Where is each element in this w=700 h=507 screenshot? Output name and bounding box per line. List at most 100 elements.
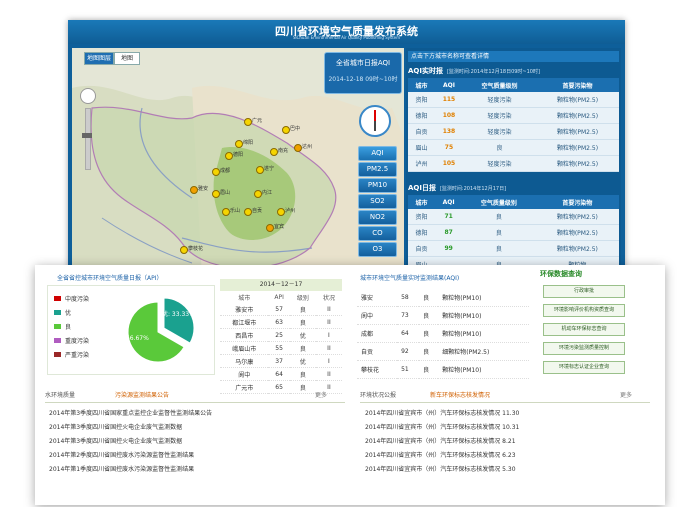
news-right-more-link[interactable]: 更多 <box>620 390 632 399</box>
table-cell: 良 <box>289 367 316 381</box>
city-marker[interactable] <box>244 208 252 216</box>
pan-control-icon[interactable] <box>80 88 96 104</box>
legend-label: 中度污染 <box>65 296 90 303</box>
news-item[interactable]: 2014年第3季度四川省国家重点监控企业监督性监测结果公告 <box>49 408 212 417</box>
pollutant-button[interactable]: AQI <box>358 146 397 161</box>
tab-env-bulletin[interactable]: 环境状况公报 <box>360 390 396 399</box>
city-marker[interactable] <box>254 190 262 198</box>
col-city: 城市 <box>408 78 435 92</box>
pollutant-button[interactable]: CO <box>358 226 397 241</box>
service-button[interactable]: 环境污染监测质量控制 <box>543 342 625 355</box>
news-item[interactable]: 2014年第1季度四川省国控废水污染源监督性监测结果 <box>49 464 194 473</box>
col-pollutant: 首要污染物 <box>535 195 619 209</box>
table-cell: 良 <box>289 315 316 329</box>
realtime-title: AQI实时报 [监测时间:2014年12月18日09时~10时] <box>408 65 540 77</box>
table-row[interactable]: 阆中 73 良颗粒物(PM10) <box>357 306 529 325</box>
table-row[interactable]: 自贡 99 良颗粒物(PM2.5) <box>408 240 619 257</box>
city-marker[interactable] <box>212 168 220 176</box>
table-row[interactable]: 泸州 105 轻度污染 颗粒物(PM2.5) <box>408 155 619 172</box>
news-left-more-link[interactable]: 更多 <box>315 390 327 399</box>
table-cell: II <box>315 341 342 355</box>
tab-water-quality[interactable]: 水环境质量 <box>45 390 75 399</box>
table-row[interactable]: 德阳 87 良颗粒物(PM2.5) <box>408 224 619 241</box>
table-cell: 良 <box>289 341 316 355</box>
table-cell: 92 <box>397 342 420 361</box>
table-cell: 德阳 <box>408 107 435 124</box>
city-label: 巴中 <box>290 126 301 132</box>
daily-heading: AQI日报 <box>408 184 436 192</box>
pie-label-good: 良: 66.67% <box>116 334 149 342</box>
table-row[interactable]: 德阳 108 轻度污染 颗粒物(PM2.5) <box>408 107 619 124</box>
city-marker[interactable] <box>212 190 220 198</box>
table-row[interactable]: 眉山 75 良颗粒物(PM2.5) <box>408 139 619 156</box>
table-cell: 57 <box>268 303 290 316</box>
table-row[interactable]: 资阳 71 良颗粒物(PM2.5) <box>408 209 619 225</box>
pollutant-button[interactable]: O3 <box>358 242 397 257</box>
pollutant-button[interactable]: PM2.5 <box>358 162 397 177</box>
news-item[interactable]: 2014年第3季度四川省国控火电企业废气监测数据 <box>49 422 182 431</box>
city-label: 广元 <box>252 118 263 124</box>
city-marker[interactable] <box>180 246 188 254</box>
sichuan-map[interactable]: 地图图层 地图 全省城市日报AQI 2014-12-18 09时~10时 AQI… <box>72 48 404 276</box>
news-item[interactable]: 2014年第3季度四川省国控火电企业废气监测数据 <box>49 436 182 445</box>
tab-pollution-announce[interactable]: 污染源监测结果公告 <box>115 390 169 399</box>
table-row[interactable]: 资阳 115 轻度污染 颗粒物(PM2.5) <box>408 92 619 108</box>
table-cell: 阆中 <box>220 367 269 381</box>
aqi-panel: 点击下方城市名称可查看详情 AQI实时报 [监测时间:2014年12月18日09时… <box>406 48 621 276</box>
table-row[interactable]: 雅安 58 良颗粒物(PM10) <box>357 289 529 307</box>
city-marker[interactable] <box>244 118 252 126</box>
tab-new-vehicle-label[interactable]: 新车环保标志核发情况 <box>430 390 490 399</box>
city-marker[interactable] <box>256 166 264 174</box>
city-marker[interactable] <box>266 224 274 232</box>
zoom-slider[interactable] <box>85 108 91 170</box>
city-marker[interactable] <box>270 148 278 156</box>
city-marker[interactable] <box>225 152 233 160</box>
city-marker[interactable] <box>277 208 285 216</box>
table-cell: 阆中 <box>357 306 398 325</box>
table-row[interactable]: 自贡 138 轻度污染 颗粒物(PM2.5) <box>408 123 619 140</box>
pie-title: 全省省控城市环境空气质量日报（API） <box>57 275 163 282</box>
table-row[interactable]: 攀枝花 51 良颗粒物(PM10) <box>357 360 529 379</box>
table-cell: 颗粒物(PM2.5) <box>535 209 619 225</box>
city-marker[interactable] <box>190 186 198 194</box>
table-cell: 良 <box>462 240 536 257</box>
city-marker[interactable] <box>235 140 243 148</box>
table-cell: 轻度污染 <box>462 123 537 140</box>
news-item[interactable]: 2014年四川省宜宾市（州）汽车环保标志核发情况 11.30 <box>365 408 519 417</box>
service-button[interactable]: 环境影响评价机构资质查询 <box>543 304 625 317</box>
service-button[interactable]: 环境标志认证企业查询 <box>543 361 625 374</box>
pollutant-button[interactable]: SO2 <box>358 194 397 209</box>
api-col-api: API <box>274 293 284 301</box>
table-cell: 轻度污染 <box>462 155 537 172</box>
city-marker[interactable] <box>282 126 290 134</box>
table-row[interactable]: 成都 64 良颗粒物(PM10) <box>357 324 529 343</box>
table-cell: 雅安市 <box>220 303 269 316</box>
pie-box: 中度污染优良重度污染 严重污染 优: 33.33% 良: 66.67% <box>47 285 215 375</box>
news-item[interactable]: 2014年四川省宜宾市（州）汽车环保标志核发情况 8.21 <box>365 436 516 445</box>
tab-map[interactable]: 地图 <box>114 52 140 65</box>
news-item[interactable]: 2014年四川省宜宾市（州）汽车环保标志核发情况 10.31 <box>365 422 519 431</box>
city-label: 成都 <box>220 168 231 174</box>
legend-label: 严重污染 <box>65 352 90 359</box>
col-city: 城市 <box>408 195 436 209</box>
table-cell: 64 <box>268 367 290 381</box>
news-item[interactable]: 2014年第2季度四川省国控废水污染源监督性监测结果 <box>49 450 194 459</box>
air-quality-app: 四川省环境空气质量发布系统 SiChuan Environmental Air … <box>68 20 625 278</box>
tab-map-layer[interactable]: 地图图层 <box>84 52 114 65</box>
city-marker[interactable] <box>222 208 230 216</box>
col-aqi: AQI <box>434 78 463 92</box>
city-label: 达州 <box>302 144 313 150</box>
pie-chart: 优: 33.33% 良: 66.67% <box>116 297 195 363</box>
service-button[interactable]: 机动车环保标志查询 <box>543 323 625 336</box>
table-row[interactable]: 自贡 92 良细颗粒物(PM2.5) <box>357 342 529 361</box>
zoom-handle[interactable] <box>82 133 92 138</box>
city-label: 内江 <box>262 190 273 196</box>
city-marker[interactable] <box>294 144 302 152</box>
table-cell: 99 <box>435 240 463 257</box>
city-aqi-table: 雅安 58 良颗粒物(PM10) 阆中 73 良颗粒物(PM10) 成都 64 良颗粒物(PM1… <box>357 289 529 379</box>
pollutant-button[interactable]: PM10 <box>358 178 397 193</box>
pollutant-button[interactable]: NO2 <box>358 210 397 225</box>
news-item[interactable]: 2014年四川省宜宾市（州）汽车环保标志核发情况 6.23 <box>365 450 516 459</box>
service-button[interactable]: 行政审批 <box>543 285 625 298</box>
news-item[interactable]: 2014年四川省宜宾市（州）汽车环保标志核发情况 5.30 <box>365 464 516 473</box>
